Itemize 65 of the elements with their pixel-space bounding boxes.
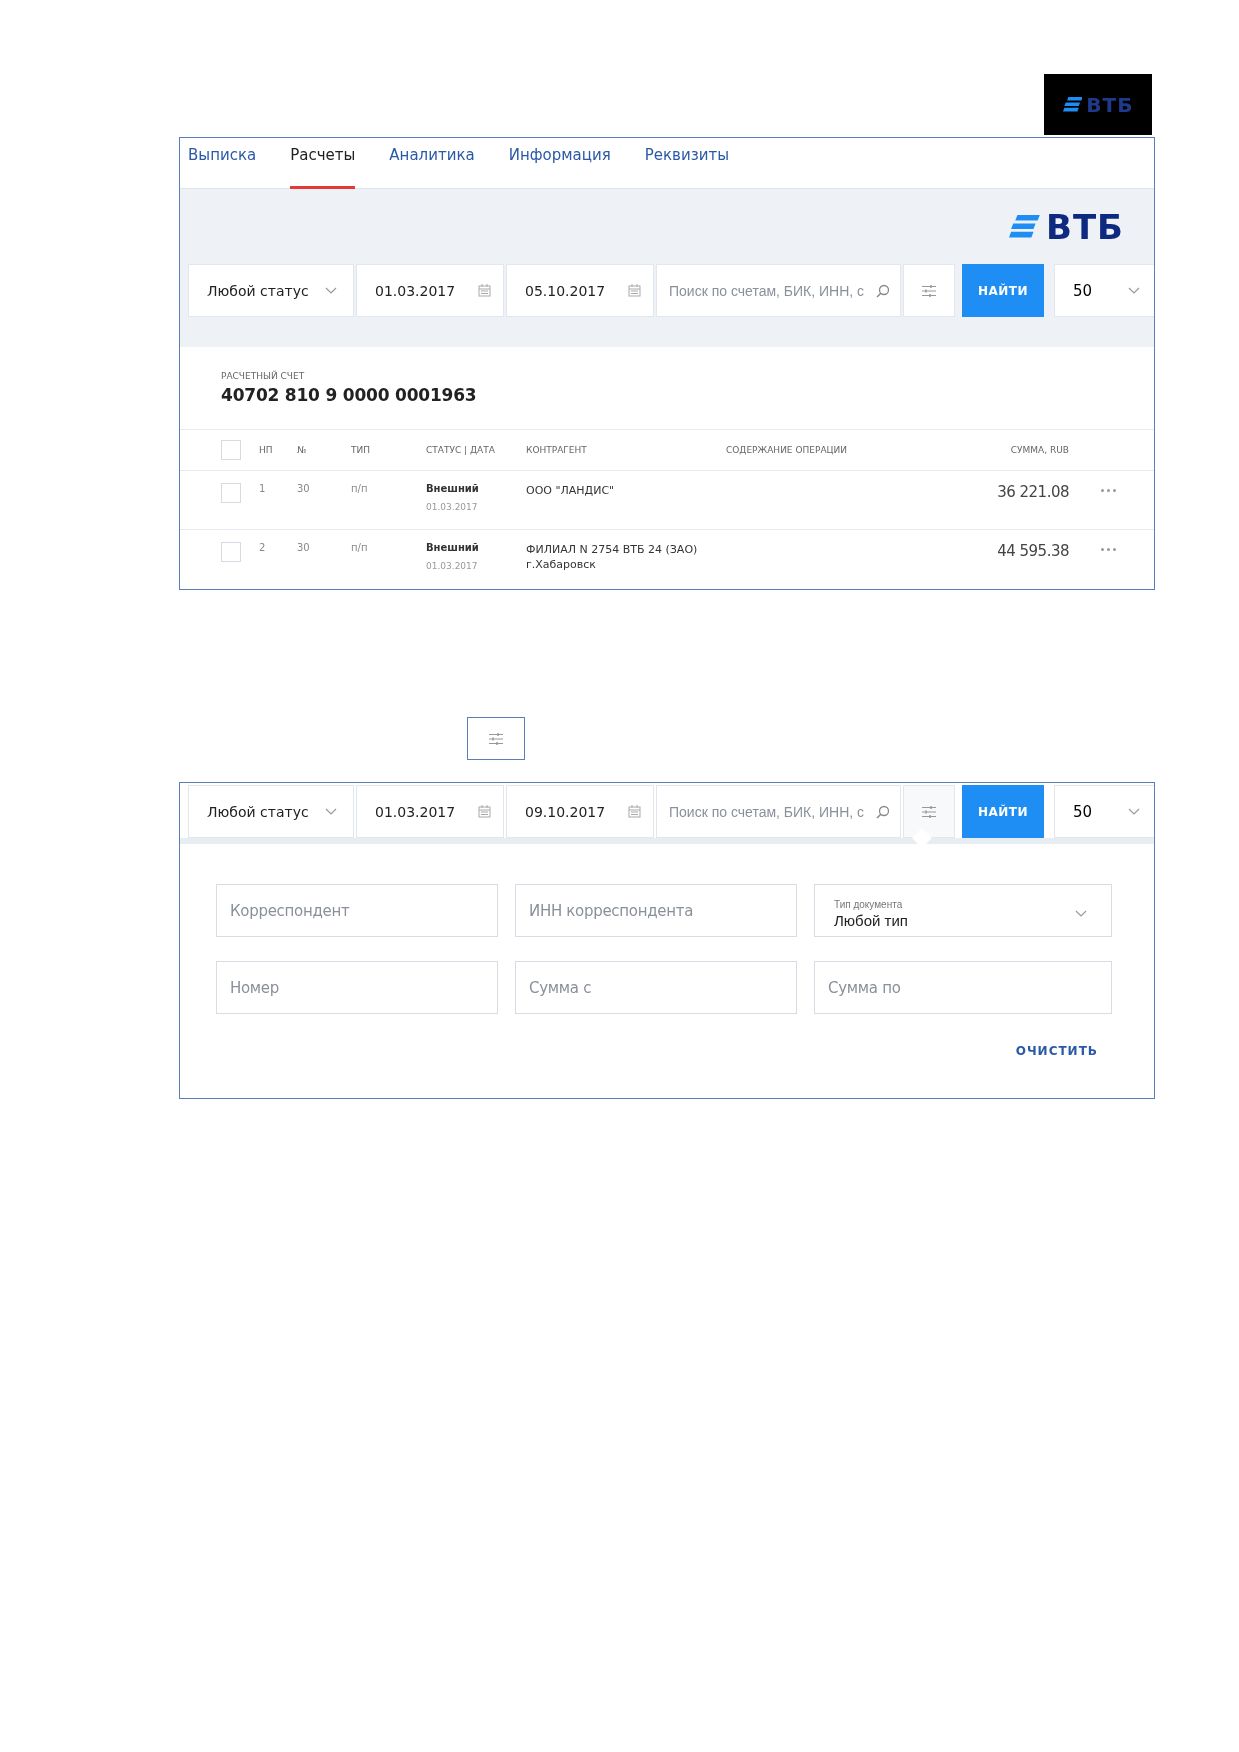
date-from-field[interactable]: 01.03.2017 [356,785,504,838]
logo-text: ВТБ [1045,206,1124,247]
table-cell-text: 1 [259,483,267,494]
input-field[interactable]: Номер [216,961,498,1014]
calendar-icon [478,284,491,297]
search-icon [876,283,890,298]
row-checkbox[interactable] [221,483,241,503]
calendar-icon [478,805,491,818]
table-cell-text: 2 [259,542,267,553]
column-header: ТИП [351,445,371,455]
chevron-down-icon [1075,909,1087,918]
counterparty-text: г.Хабаровск [526,557,597,572]
date-to-field[interactable]: 09.10.2017 [506,785,654,838]
document-type-dropdown[interactable]: Тип документа Любой тип [814,884,1112,937]
chevron-down-icon [1128,807,1140,816]
calendar-icon [628,284,641,297]
filter-sliders-icon [489,731,503,746]
page-size-dropdown[interactable]: 50 [1054,785,1154,838]
status-dropdown[interactable]: Любой статус [188,785,354,838]
logo-stripes-icon [1062,97,1083,112]
status-dropdown[interactable]: Любой статус [188,264,354,317]
counterparty-text: ООО "ЛАНДИС" [526,483,616,498]
clear-button[interactable]: ОЧИСТИТЬ [1015,1044,1098,1058]
table-cell-text: п/п [351,542,369,553]
filter-sliders-icon [922,804,936,819]
date-to-field[interactable]: 05.10.2017 [506,264,654,317]
logo-text: ВТБ [1086,92,1134,117]
table-cell-text: 30 [297,542,311,553]
search-icon [876,804,890,819]
calendar-icon [628,805,641,818]
date-text: 01.03.2017 [426,561,479,571]
input-field[interactable]: Сумма с [515,961,797,1014]
status-text: Внешний [426,542,480,553]
date-text: 01.03.2017 [426,502,479,512]
column-header: СОДЕРЖАНИЕ ОПЕРАЦИИ [726,445,848,455]
nav-tab[interactable]: Выписка [188,138,257,189]
account-number: 40702 810 9 0000 0001963 [221,385,478,405]
column-header: № [297,445,308,455]
logo-stripes-icon [1009,215,1040,238]
column-header: КОНТРАГЕНТ [526,445,588,455]
counterparty-text: ФИЛИАЛ N 2754 ВТБ 24 (ЗАО) [526,542,699,557]
filter-sliders-icon [922,283,936,298]
column-header: СТАТУС | ДАТА [426,445,496,455]
input-field[interactable]: Корреспондент [216,884,498,937]
nav-tab[interactable]: Информация [508,138,611,189]
select-all-checkbox[interactable] [221,440,241,460]
status-text: Внешний [426,483,480,494]
amount-text: 36 221.08 [996,483,1069,501]
table-cell-text: 30 [297,483,311,494]
column-header: НП [259,445,274,455]
page-size-dropdown[interactable]: 50 [1054,264,1154,317]
chevron-down-icon [325,807,337,816]
input-field[interactable]: Сумма по [814,961,1112,1014]
column-header: СУММА, RUB [1009,445,1069,455]
date-from-field[interactable]: 01.03.2017 [356,264,504,317]
nav-tab[interactable]: Реквизиты [644,138,729,189]
input-field[interactable]: ИНН корреспондента [515,884,797,937]
filter-toggle-button[interactable] [467,717,525,760]
amount-text: 44 595.38 [996,542,1069,560]
account-label: РАСЧЕТНЫЙ СЧЕТ [221,371,306,381]
chevron-down-icon [325,286,337,295]
nav-tab[interactable]: Аналитика [389,138,475,189]
row-checkbox[interactable] [221,542,241,562]
chevron-down-icon [1128,286,1140,295]
table-cell-text: п/п [351,483,369,494]
